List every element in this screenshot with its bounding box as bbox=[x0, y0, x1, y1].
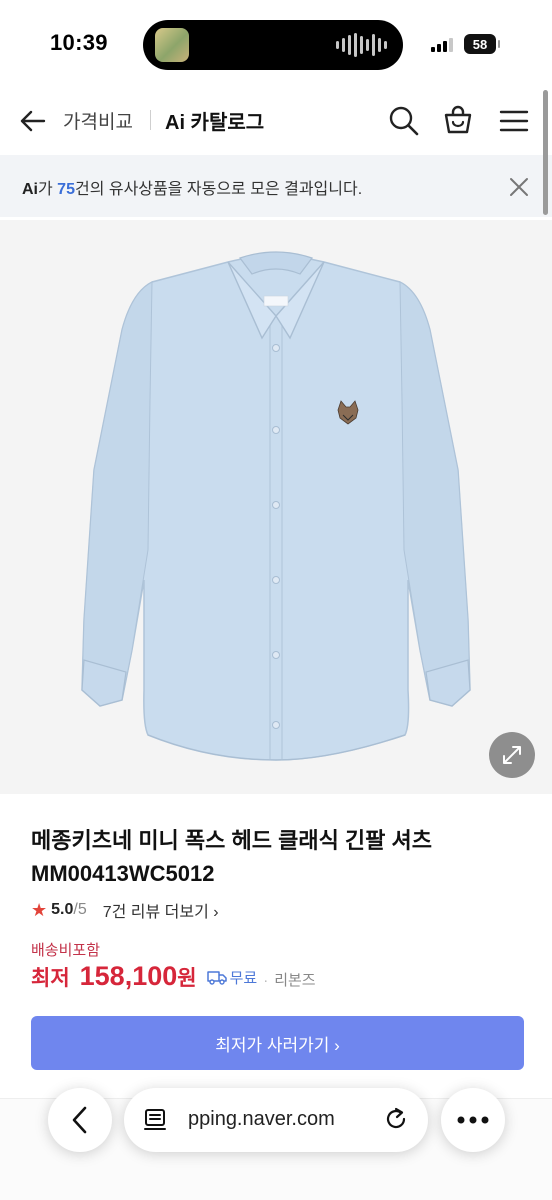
hamburger-menu-icon[interactable] bbox=[497, 105, 531, 137]
ai-badge: Ai bbox=[22, 181, 38, 198]
breadcrumb-price-compare[interactable]: 가격비교 bbox=[63, 107, 133, 134]
notice-before-count: 가 bbox=[38, 181, 58, 198]
search-icon[interactable] bbox=[387, 104, 421, 138]
product-image[interactable] bbox=[0, 220, 552, 794]
buy-lowest-price-button[interactable]: 최저가 사러가기 › bbox=[31, 1016, 524, 1070]
lowest-price: 158,100 bbox=[79, 961, 178, 991]
price-unit: 원 bbox=[177, 967, 197, 990]
url-text[interactable]: pping.naver.com bbox=[188, 1108, 335, 1131]
product-name: 메종키츠네 미니 폭스 헤드 클래식 긴팔 셔츠 MM00413WC5012 bbox=[31, 828, 432, 886]
header-divider bbox=[150, 110, 151, 130]
reader-mode-icon[interactable] bbox=[142, 1107, 168, 1133]
seller-name[interactable]: 리본즈 bbox=[274, 969, 315, 990]
now-playing-artwork bbox=[155, 28, 189, 62]
free-shipping: 무료 bbox=[206, 967, 258, 988]
browser-back-button[interactable] bbox=[48, 1088, 112, 1152]
more-options-button[interactable] bbox=[441, 1088, 505, 1152]
audio-wave-icon bbox=[336, 33, 387, 57]
similar-count: 75 bbox=[57, 181, 75, 198]
star-icon: ★ bbox=[31, 899, 48, 920]
expand-icon bbox=[503, 746, 521, 764]
notice-text: Ai가 75건의 유사상품을 자동으로 모은 결과입니다. bbox=[22, 175, 362, 199]
price-row: 최저 158,100 원 무료 · 리본즈 bbox=[31, 961, 316, 992]
status-bar: 10:39 58 bbox=[0, 0, 552, 90]
notice-after-count: 건의 유사상품을 자동으로 모은 결과입니다. bbox=[74, 181, 363, 198]
free-shipping-label: 무료 bbox=[229, 969, 258, 987]
shirt-image bbox=[81, 251, 471, 761]
arrow-left-icon[interactable] bbox=[18, 106, 48, 136]
chevron-left-icon bbox=[72, 1106, 87, 1134]
review-link[interactable]: 7건 리뷰 더보기 › bbox=[103, 898, 219, 922]
dynamic-island[interactable] bbox=[143, 20, 403, 70]
more-icon bbox=[457, 1116, 489, 1124]
page-header: 가격비교 Ai 카탈로그 bbox=[0, 90, 552, 152]
shipping-included-label: 배송비포함 bbox=[31, 942, 101, 959]
cellular-signal-icon bbox=[431, 36, 453, 52]
expand-image-button[interactable] bbox=[489, 732, 535, 778]
rating-score: 5.0 bbox=[51, 901, 74, 918]
ai-notice-banner: Ai가 75건의 유사상품을 자동으로 모은 결과입니다. bbox=[0, 155, 552, 217]
price-prefix: 최저 bbox=[31, 967, 70, 990]
battery-level: 58 bbox=[472, 36, 488, 52]
scroll-indicator[interactable] bbox=[543, 90, 548, 215]
shopping-bag-icon[interactable] bbox=[441, 103, 475, 137]
address-bar[interactable]: pping.naver.com bbox=[124, 1088, 428, 1152]
rating-max: /5 bbox=[73, 901, 87, 918]
reload-icon[interactable] bbox=[382, 1105, 410, 1133]
close-icon[interactable] bbox=[508, 176, 530, 198]
status-time: 10:39 bbox=[50, 30, 108, 55]
page-title: Ai 카탈로그 bbox=[165, 112, 265, 134]
rating-row: ★ 5.0 /5 7건 리뷰 더보기 › bbox=[31, 898, 219, 922]
separator-dot: · bbox=[263, 972, 269, 989]
truck-icon bbox=[206, 971, 227, 985]
battery-icon: 58 bbox=[464, 34, 500, 54]
